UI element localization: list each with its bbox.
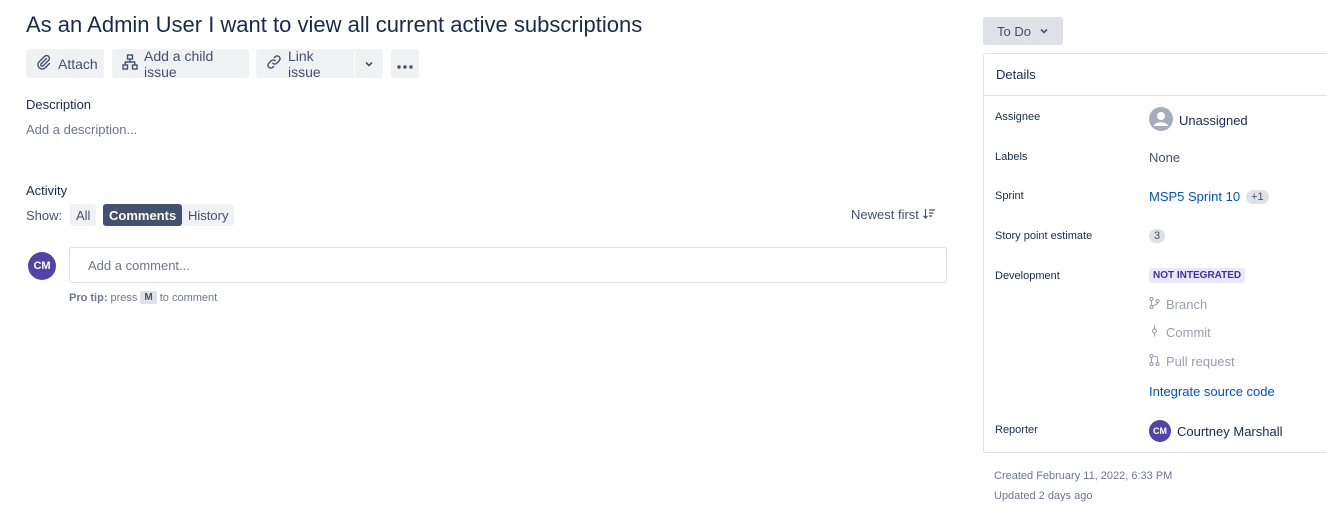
more-actions-button[interactable]: [391, 49, 419, 78]
sprint-extra-badge[interactable]: +1: [1246, 189, 1269, 204]
development-label: Development: [995, 270, 1060, 282]
description-label: Description: [26, 97, 92, 112]
development-status: NOT INTEGRATED: [1149, 268, 1246, 283]
chevron-down-icon: [1039, 24, 1049, 39]
reporter-avatar: CM: [1149, 420, 1171, 442]
paperclip-icon: [36, 54, 52, 73]
add-child-label: Add a child issue: [144, 47, 214, 80]
assignee-label: Assignee: [995, 111, 1041, 123]
issue-title[interactable]: As an Admin User I want to view all curr…: [26, 12, 642, 38]
estimate-value: 3: [1149, 229, 1166, 243]
show-label: Show:: [26, 208, 63, 223]
attach-label: Attach: [58, 55, 98, 72]
sort-button[interactable]: Newest first: [851, 207, 936, 222]
created-timestamp: Created February 11, 2022, 6:33 PM: [994, 470, 1173, 482]
pro-tip-press: press: [110, 291, 138, 304]
sprint-label: Sprint: [995, 190, 1024, 202]
pro-tip-label: Pro tip:: [69, 291, 108, 304]
avatar: CM: [28, 252, 56, 280]
sprint-field[interactable]: MSP5 Sprint 10 +1: [1149, 189, 1269, 204]
updated-timestamp: Updated 2 days ago: [994, 490, 1093, 502]
reporter-label: Reporter: [995, 424, 1038, 436]
unassigned-avatar-icon: [1149, 107, 1173, 134]
add-child-issue-button[interactable]: Add a child issue: [112, 47, 249, 80]
keyboard-shortcut-key: M: [140, 291, 157, 304]
comment-input[interactable]: Add a comment...: [69, 247, 947, 283]
reporter-name: Courtney Marshall: [1177, 423, 1283, 439]
filter-comments-button[interactable]: Comments: [103, 204, 183, 226]
integrate-source-code-link[interactable]: Integrate source code: [1149, 384, 1275, 399]
pull-request-icon: [1149, 353, 1160, 369]
branch-item[interactable]: Branch: [1149, 296, 1208, 312]
sort-descending-icon: [922, 207, 936, 222]
filter-history-button[interactable]: History: [182, 204, 235, 226]
description-field[interactable]: Add a description...: [26, 122, 137, 137]
status-label: To Do: [997, 23, 1031, 39]
commit-label: Commit: [1166, 325, 1211, 340]
ellipsis-icon: [397, 56, 413, 72]
link-issue-button[interactable]: Link issue: [256, 47, 354, 80]
estimate-field[interactable]: 3: [1149, 229, 1166, 243]
reporter-field[interactable]: CM Courtney Marshall: [1149, 420, 1283, 442]
assignee-value: Unassigned: [1179, 113, 1248, 128]
attach-button[interactable]: Attach: [26, 49, 104, 78]
branch-label: Branch: [1166, 297, 1208, 312]
link-issue-dropdown-button[interactable]: [355, 49, 383, 78]
labels-label: Labels: [995, 151, 1028, 163]
assignee-field[interactable]: Unassigned: [1149, 107, 1248, 134]
link-icon: [266, 54, 282, 73]
commit-icon: [1149, 325, 1160, 340]
estimate-label: Story point estimate: [995, 230, 1093, 242]
commit-item[interactable]: Commit: [1149, 325, 1211, 340]
pro-tip-end: to comment: [159, 291, 218, 304]
hierarchy-icon: [122, 54, 138, 73]
sort-label: Newest first: [851, 207, 919, 222]
activity-label: Activity: [26, 183, 68, 198]
filter-all-button[interactable]: All: [70, 204, 97, 226]
pro-tip: Pro tip: press M to comment: [69, 291, 217, 304]
chevron-down-icon: [364, 56, 374, 72]
sprint-link[interactable]: MSP5 Sprint 10: [1149, 189, 1240, 204]
not-integrated-badge: NOT INTEGRATED: [1149, 268, 1246, 283]
pull-request-item[interactable]: Pull request: [1149, 353, 1235, 369]
pull-request-label: Pull request: [1166, 354, 1235, 369]
branch-icon: [1149, 296, 1160, 312]
link-issue-label: Link issue: [288, 47, 321, 80]
details-header[interactable]: Details: [984, 54, 1327, 96]
status-dropdown-button[interactable]: To Do: [983, 17, 1063, 45]
labels-value[interactable]: None: [1149, 150, 1180, 165]
